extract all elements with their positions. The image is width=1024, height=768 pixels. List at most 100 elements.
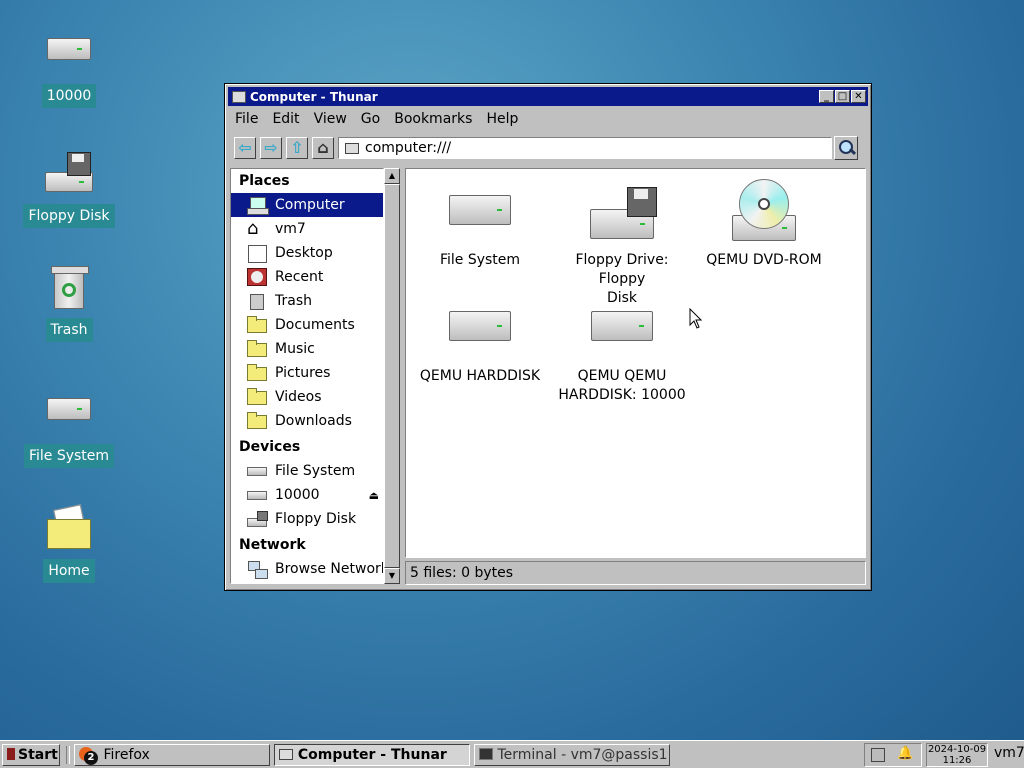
close-button[interactable]: ✕ xyxy=(851,90,866,103)
sidebar-item-label: Music xyxy=(275,341,315,357)
desktop-icon-home[interactable]: Home xyxy=(21,504,117,583)
network-heading: Network xyxy=(239,537,306,553)
scroll-up-arrow[interactable]: ▲ xyxy=(384,168,400,184)
window-titlebar[interactable]: Computer - Thunar _ □ ✕ xyxy=(228,87,868,106)
firefox-icon: 2 xyxy=(79,747,98,765)
sidebar-item-desktop[interactable]: Desktop xyxy=(231,241,383,265)
file-item-qemu-harddisk[interactable]: QEMU HARDDISK xyxy=(409,295,551,386)
menu-bar: File Edit View Go Bookmarks Help xyxy=(228,108,868,130)
home-button[interactable]: ⌂ xyxy=(312,137,334,159)
network-tray-icon[interactable] xyxy=(871,748,885,762)
sidebar-item-computer[interactable]: Computer xyxy=(231,193,383,217)
desktop-icon-trash[interactable]: Trash xyxy=(21,264,117,342)
menu-go[interactable]: Go xyxy=(354,111,387,127)
file-label: Floppy Drive: Floppy xyxy=(575,252,669,287)
minimize-button[interactable]: _ xyxy=(819,90,834,103)
taskbar-separator xyxy=(66,746,70,764)
devices-heading: Devices xyxy=(239,439,301,455)
file-item-qemu-dvd-rom[interactable]: QEMU DVD-ROM xyxy=(693,179,835,270)
sidebar-item-recent[interactable]: Recent xyxy=(231,265,383,289)
drive-icon xyxy=(409,179,551,251)
user-button[interactable]: vm7 xyxy=(994,745,1024,761)
home-icon: ⌂ xyxy=(247,218,259,239)
file-label-line2: HARDDISK: 10000 xyxy=(558,387,686,403)
sidebar-item-music[interactable]: Music xyxy=(231,337,383,361)
desktop-icon-label: Trash xyxy=(45,318,93,342)
clock[interactable]: 2024-10-09 11:26 xyxy=(926,743,988,767)
sidebar-item-downloads[interactable]: Downloads xyxy=(231,409,383,433)
sidebar: Places Computer ⌂ vm7 Desktop Recent Tra… xyxy=(230,168,384,584)
status-bar: 5 files: 0 bytes xyxy=(405,561,866,585)
drive-icon xyxy=(247,486,267,504)
file-label: QEMU HARDDISK xyxy=(419,368,541,384)
desktop-icon-file-system[interactable]: File System xyxy=(21,390,117,468)
menu-help[interactable]: Help xyxy=(479,111,525,127)
up-button[interactable]: ⇧ xyxy=(286,137,308,159)
taskbar-item-thunar[interactable]: Computer - Thunar xyxy=(274,744,470,766)
file-item-qemu-harddisk-10000[interactable]: QEMU QEMU HARDDISK: 10000 xyxy=(551,295,693,405)
system-tray: 🔔 xyxy=(864,743,922,767)
sidebar-item-label: Downloads xyxy=(275,413,352,429)
sidebar-item-pictures[interactable]: Pictures xyxy=(231,361,383,385)
recent-icon xyxy=(247,268,267,286)
scroll-down-arrow[interactable]: ▼ xyxy=(384,568,400,584)
folder-icon xyxy=(247,316,267,334)
desktop-icon-10000[interactable]: 10000 xyxy=(21,30,117,108)
forward-button[interactable]: ⇨ xyxy=(260,137,282,159)
start-button[interactable]: Start xyxy=(2,744,60,766)
menu-bookmarks[interactable]: Bookmarks xyxy=(387,111,479,127)
dvd-drive-icon xyxy=(693,179,835,251)
sidebar-scrollbar[interactable]: ▲ ▼ xyxy=(384,168,400,584)
menu-file[interactable]: File xyxy=(228,111,265,127)
taskbar-item-firefox[interactable]: 2 Firefox xyxy=(74,744,270,766)
places-heading: Places xyxy=(239,173,290,189)
file-manager-window: Computer - Thunar _ □ ✕ File Edit View G… xyxy=(224,83,872,591)
folder-icon xyxy=(247,364,267,382)
sidebar-item-floppy-disk[interactable]: Floppy Disk xyxy=(231,507,383,531)
file-view[interactable]: File System Floppy Drive: Floppy Disk QE… xyxy=(405,168,866,558)
location-bar[interactable]: computer:/// xyxy=(338,137,832,159)
drive-icon xyxy=(409,295,551,367)
eject-icon[interactable]: ⏏ xyxy=(369,489,379,502)
trash-icon xyxy=(45,264,93,312)
sidebar-item-videos[interactable]: Videos xyxy=(231,385,383,409)
sidebar-item-documents[interactable]: Documents xyxy=(231,313,383,337)
sidebar-item-browse-network[interactable]: Browse Network xyxy=(231,557,383,581)
desktop-icon-label: 10000 xyxy=(41,84,97,108)
sidebar-item-file-system[interactable]: File System xyxy=(231,459,383,483)
window-title: Computer - Thunar xyxy=(250,89,378,104)
computer-icon xyxy=(247,196,269,215)
desktop-icon-floppy-disk[interactable]: Floppy Disk xyxy=(21,150,117,228)
folder-icon xyxy=(247,412,267,430)
toolbar: ⇦ ⇨ ⇧ ⌂ computer:/// xyxy=(228,134,868,162)
taskbar-item-terminal[interactable]: Terminal - vm7@passis1:~ xyxy=(474,744,670,766)
sidebar-item-label: Recent xyxy=(275,269,324,285)
desktop-icon-label: Home xyxy=(43,559,95,583)
sidebar-item-label: vm7 xyxy=(275,221,306,237)
drive-icon xyxy=(551,295,693,367)
bell-icon[interactable]: 🔔 xyxy=(897,746,913,761)
back-button[interactable]: ⇦ xyxy=(234,137,256,159)
file-item-file-system[interactable]: File System xyxy=(409,179,551,270)
sidebar-item-10000[interactable]: 10000 ⏏ xyxy=(231,483,383,507)
mouse-pointer-icon xyxy=(689,308,703,329)
menu-edit[interactable]: Edit xyxy=(265,111,306,127)
sidebar-item-label: Computer xyxy=(275,197,345,213)
search-button[interactable] xyxy=(834,136,858,160)
sidebar-item-label: Videos xyxy=(275,389,322,405)
menu-view[interactable]: View xyxy=(307,111,354,127)
sidebar-item-trash[interactable]: Trash xyxy=(231,289,383,313)
sidebar-item-label: Desktop xyxy=(275,245,333,261)
sidebar-item-vm7[interactable]: ⌂ vm7 xyxy=(231,217,383,241)
maximize-button[interactable]: □ xyxy=(835,90,850,103)
computer-icon xyxy=(279,749,293,760)
scrollbar-thumb[interactable] xyxy=(384,184,400,568)
file-item-floppy-drive[interactable]: Floppy Drive: Floppy Disk xyxy=(551,179,693,308)
computer-icon xyxy=(345,142,359,154)
sidebar-item-label: 10000 xyxy=(275,487,320,503)
notification-badge: 2 xyxy=(84,751,98,765)
location-text: computer:/// xyxy=(365,140,452,156)
terminal-icon xyxy=(479,748,493,760)
sidebar-item-label: Trash xyxy=(275,293,312,309)
file-label: File System xyxy=(439,252,521,268)
